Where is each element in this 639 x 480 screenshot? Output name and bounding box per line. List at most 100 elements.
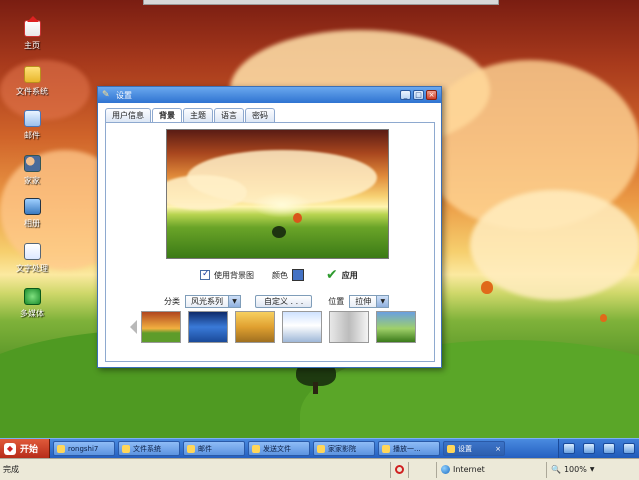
wallpaper-thumbnail[interactable] bbox=[141, 311, 181, 343]
checkmark-icon[interactable]: ✔ bbox=[326, 268, 338, 282]
use-background-label: 使用背景图 bbox=[214, 270, 254, 280]
taskbar-item-filesystem[interactable]: 文件系统 bbox=[118, 441, 180, 456]
custom-button[interactable]: 自定义 . . . bbox=[255, 295, 313, 308]
mail-icon bbox=[23, 110, 41, 127]
chevron-down-icon: ▼ bbox=[376, 296, 389, 307]
position-select-value: 拉伸 bbox=[355, 297, 372, 306]
close-button[interactable]: × bbox=[426, 90, 437, 100]
desktop-icon-label: 邮件 bbox=[24, 131, 40, 140]
desktop-icon-wordprocessor[interactable]: 文字处理 bbox=[8, 243, 56, 274]
document-icon bbox=[23, 243, 41, 260]
taskbar-item-player[interactable]: 播放一... bbox=[378, 441, 440, 456]
start-button[interactable]: ◆ 开始 bbox=[0, 438, 50, 459]
photo-icon bbox=[23, 198, 41, 215]
zoom-level: 100% bbox=[563, 465, 587, 474]
people-icon bbox=[23, 155, 41, 172]
preview-tree bbox=[272, 226, 286, 238]
tab-theme[interactable]: 主题 bbox=[183, 108, 213, 122]
tray-user-icon[interactable] bbox=[623, 443, 635, 454]
color-swatch-button[interactable] bbox=[292, 269, 304, 281]
settings-tools-icon: ✎ bbox=[102, 90, 110, 100]
settings-icon bbox=[447, 444, 455, 453]
status-text: 完成 bbox=[3, 465, 19, 474]
taskbar-item-home-theater[interactable]: 家家影院 bbox=[313, 441, 375, 456]
minimize-button[interactable]: _ bbox=[400, 90, 411, 100]
taskbar-item-label: 播放一... bbox=[393, 444, 421, 453]
folder-icon bbox=[23, 66, 41, 83]
desktop-icon-label: 文件系统 bbox=[16, 87, 48, 96]
system-tray bbox=[558, 438, 639, 459]
thumbnails-prev-arrow-icon[interactable] bbox=[130, 320, 137, 334]
wallpaper-thumbnail[interactable] bbox=[188, 311, 228, 343]
wallpaper-thumbnail[interactable] bbox=[282, 311, 322, 343]
category-select-value: 风光系列 bbox=[191, 297, 223, 306]
status-blocked-segment bbox=[390, 461, 408, 478]
taskbar-item-label: 发送文件 bbox=[263, 444, 291, 453]
taskbar-item-mail[interactable]: 邮件 bbox=[183, 441, 245, 456]
desktop-icon-label: 家家 bbox=[24, 176, 40, 185]
status-zoom[interactable]: 🔍 100% ▼ bbox=[546, 461, 598, 478]
tab-user-info[interactable]: 用户信息 bbox=[105, 108, 151, 122]
taskbar-item-rongshi7[interactable]: rongshi7 bbox=[53, 441, 115, 456]
taskbar-item-send-file[interactable]: 发送文件 bbox=[248, 441, 310, 456]
desktop-icon-family[interactable]: 家家 bbox=[8, 155, 56, 186]
globe-icon bbox=[441, 465, 450, 474]
theater-icon bbox=[317, 444, 325, 453]
tray-display-icon[interactable] bbox=[583, 443, 595, 454]
chevron-down-icon: ▼ bbox=[589, 466, 595, 473]
desktop-icon-mail[interactable]: 邮件 bbox=[8, 110, 56, 141]
settings-window: ✎ 设置 _ □ × 用户信息 背景 主题 语言 密码 使用背景图 颜色 ✔ 应… bbox=[97, 86, 442, 368]
tray-volume-icon[interactable] bbox=[603, 443, 615, 454]
zoom-icon: 🔍 bbox=[551, 465, 561, 474]
send-file-icon bbox=[252, 444, 260, 453]
category-label: 分类 bbox=[164, 297, 180, 306]
position-select[interactable]: 拉伸 ▼ bbox=[349, 295, 390, 308]
taskbar-item-label: 家家影院 bbox=[328, 444, 356, 453]
chevron-down-icon: ▼ bbox=[228, 296, 240, 307]
browser-status-bar: 完成 Internet 🔍 100% ▼ bbox=[0, 458, 639, 480]
taskbar-item-label: 邮件 bbox=[198, 444, 212, 453]
wallpaper-balloon bbox=[600, 314, 607, 322]
preview-sun bbox=[252, 192, 312, 218]
media-player-icon bbox=[23, 288, 41, 305]
tab-background[interactable]: 背景 bbox=[152, 108, 182, 123]
tab-language[interactable]: 语言 bbox=[214, 108, 244, 122]
wallpaper-thumbnails bbox=[130, 311, 423, 343]
home-icon bbox=[23, 16, 41, 37]
mail-icon bbox=[187, 444, 195, 453]
desktop-icon-multimedia[interactable]: 多媒体 bbox=[8, 288, 56, 319]
player-icon bbox=[382, 444, 390, 453]
desktop-icon-label: 文字处理 bbox=[16, 264, 48, 273]
tab-password[interactable]: 密码 bbox=[245, 108, 275, 122]
desktop-icon-filesystem[interactable]: 文件系统 bbox=[8, 66, 56, 97]
status-empty-segment bbox=[408, 461, 436, 478]
wallpaper-thumbnail[interactable] bbox=[376, 311, 416, 343]
wallpaper-tree-trunk bbox=[313, 382, 318, 394]
desktop-icon-label: 主页 bbox=[24, 41, 40, 50]
status-zone: Internet bbox=[436, 461, 546, 478]
category-select[interactable]: 风光系列 ▼ bbox=[185, 295, 241, 308]
position-label: 位置 bbox=[328, 297, 345, 306]
preview-cloud bbox=[167, 175, 247, 210]
desktop-icon-album[interactable]: 相册 bbox=[8, 198, 56, 229]
apply-button[interactable]: 应用 bbox=[342, 270, 358, 281]
top-panel-strip bbox=[143, 0, 499, 5]
use-background-checkbox[interactable] bbox=[200, 269, 210, 280]
tray-network-icon[interactable] bbox=[563, 443, 575, 454]
start-logo-icon: ◆ bbox=[4, 442, 16, 455]
taskbar-item-label: rongshi7 bbox=[68, 444, 99, 453]
taskbar: ◆ 开始 rongshi7 文件系统 邮件 发送文件 家家影院 播放一... 设… bbox=[0, 438, 639, 459]
close-icon[interactable]: × bbox=[495, 445, 501, 453]
desktop-icon-home[interactable]: 主页 bbox=[8, 16, 56, 51]
desktop-icon-label: 相册 bbox=[24, 219, 40, 228]
taskbar-item-settings[interactable]: 设置 × bbox=[443, 441, 505, 456]
wallpaper-thumbnail[interactable] bbox=[235, 311, 275, 343]
maximize-button[interactable]: □ bbox=[413, 90, 424, 100]
taskbar-item-label: 文件系统 bbox=[133, 444, 161, 453]
wallpaper-cloud bbox=[470, 190, 639, 300]
app-icon bbox=[57, 444, 65, 453]
window-titlebar[interactable]: ✎ 设置 _ □ × bbox=[98, 87, 441, 103]
taskbar-item-label: 设置 bbox=[458, 444, 472, 453]
wallpaper-thumbnail[interactable] bbox=[329, 311, 369, 343]
background-panel: 使用背景图 颜色 ✔ 应用 分类 风光系列 ▼ 自定义 . . . 位置 拉伸 … bbox=[105, 122, 435, 362]
